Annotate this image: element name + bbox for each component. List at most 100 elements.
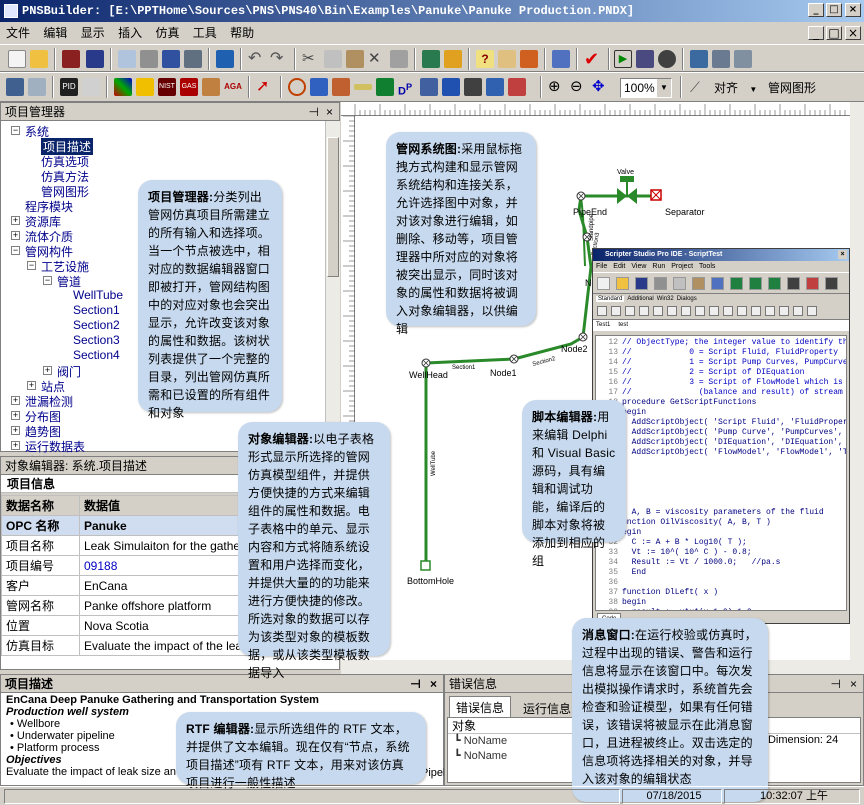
delete-icon[interactable]: ✕ <box>368 50 386 68</box>
doc-close-button[interactable]: × <box>845 26 861 40</box>
palette-component-icon[interactable] <box>751 306 761 316</box>
node-tool-icon[interactable] <box>288 78 306 96</box>
tree-expand-icon[interactable]: + <box>43 366 52 375</box>
leak-tool-icon[interactable] <box>508 78 526 96</box>
palette-icon[interactable] <box>114 78 132 96</box>
separator-tool-icon[interactable] <box>420 78 438 96</box>
align-dropdown[interactable]: 对齐 ▼ <box>714 78 760 98</box>
run-icon[interactable]: ▶ <box>614 50 632 68</box>
close-icon[interactable]: × <box>326 103 333 121</box>
tree-expand-icon[interactable]: + <box>27 381 36 390</box>
document-icon[interactable] <box>28 78 46 96</box>
validate-icon[interactable]: ✔ <box>584 50 602 68</box>
print-icon[interactable] <box>140 50 158 68</box>
script-menu-item[interactable]: Tools <box>699 263 715 270</box>
palette-component-icon[interactable] <box>793 306 803 316</box>
tab-errors[interactable]: 错误信息 <box>449 696 512 718</box>
pump-tool-icon[interactable] <box>376 78 394 96</box>
tree-expand-icon[interactable]: − <box>11 126 20 135</box>
palette-component-icon[interactable] <box>667 306 677 316</box>
pan-icon[interactable]: ✥ <box>592 78 610 96</box>
palette-tab[interactable]: Standard <box>596 296 625 302</box>
script-doc-tab[interactable]: Test1 <box>596 322 610 328</box>
zoom-out-icon[interactable]: ⊖ <box>570 78 588 96</box>
script-tool-icon[interactable] <box>635 277 648 290</box>
doc-restore-button[interactable]: □ <box>826 26 842 40</box>
script-menu-item[interactable]: File <box>596 263 607 270</box>
script-icon[interactable] <box>552 50 570 68</box>
step-icon[interactable] <box>636 50 654 68</box>
chart-tool-icon[interactable] <box>82 78 100 96</box>
nist-icon[interactable]: NIST <box>158 78 176 96</box>
opc-icon[interactable] <box>6 78 24 96</box>
script-code-editor[interactable]: 1213141516171819202122232425262728293031… <box>595 335 847 611</box>
palette-tab[interactable]: Win32 <box>657 296 674 302</box>
menu-file[interactable]: 文件 <box>6 26 30 40</box>
close-button[interactable]: × <box>845 3 861 17</box>
section1-line[interactable] <box>425 357 515 365</box>
script-tool-icon[interactable] <box>597 277 610 290</box>
cut-icon[interactable]: ✂ <box>302 50 320 68</box>
palette-component-icon[interactable] <box>597 306 607 316</box>
script-tool-icon[interactable] <box>768 277 781 290</box>
check-model-icon[interactable] <box>422 50 440 68</box>
palette-component-icon[interactable] <box>611 306 621 316</box>
tree-expand-icon[interactable]: − <box>27 261 36 270</box>
save-icon[interactable] <box>86 50 104 68</box>
properties-icon[interactable] <box>216 50 234 68</box>
layout-icon[interactable] <box>734 50 752 68</box>
close-icon[interactable]: × <box>850 675 857 693</box>
stop-icon[interactable] <box>658 50 676 68</box>
zoom-in-icon[interactable]: ⊕ <box>548 78 566 96</box>
menu-insert[interactable]: 插入 <box>118 26 142 40</box>
gas-icon[interactable]: GAS <box>180 78 198 96</box>
script-menu-item[interactable]: Project <box>671 263 693 270</box>
valve-icon[interactable] <box>617 188 627 204</box>
aga-icon[interactable]: AGA <box>224 78 242 96</box>
table-icon[interactable] <box>690 50 708 68</box>
script-doc-tab[interactable]: test <box>618 322 628 328</box>
palette-component-icon[interactable] <box>709 306 719 316</box>
menu-view[interactable]: 显示 <box>81 26 105 40</box>
menu-tools[interactable]: 工具 <box>193 26 217 40</box>
tree-expand-icon[interactable]: + <box>11 231 20 240</box>
grid-header-name[interactable]: 数据名称 <box>1 495 80 516</box>
palette-component-icon[interactable] <box>625 306 635 316</box>
script-tool-icon[interactable] <box>654 277 667 290</box>
help-icon[interactable]: ? <box>476 50 494 68</box>
palette-component-icon[interactable] <box>737 306 747 316</box>
open-icon[interactable] <box>30 50 48 68</box>
script-tool-icon[interactable] <box>749 277 762 290</box>
scrollbar-thumb[interactable] <box>327 137 339 277</box>
paste-icon[interactable] <box>346 50 364 68</box>
copy-icon[interactable] <box>324 50 342 68</box>
menu-simulate[interactable]: 仿真 <box>155 26 179 40</box>
menu-edit[interactable]: 编辑 <box>43 26 67 40</box>
pin-icon[interactable]: ⊣ <box>410 675 421 693</box>
palette-component-icon[interactable] <box>639 306 649 316</box>
palette-tab[interactable]: Additional <box>627 296 653 302</box>
script-tool-icon[interactable] <box>825 277 838 290</box>
palette-component-icon[interactable] <box>765 306 775 316</box>
script-tool-icon[interactable] <box>711 277 724 290</box>
heater-tool-icon[interactable] <box>464 78 482 96</box>
new-icon[interactable] <box>8 50 26 68</box>
home-icon[interactable] <box>520 50 538 68</box>
fluid-icon[interactable] <box>136 78 154 96</box>
palette-component-icon[interactable] <box>807 306 817 316</box>
script-tool-icon[interactable] <box>692 277 705 290</box>
report-icon[interactable] <box>184 50 202 68</box>
pressure-tool-icon[interactable]: DP <box>398 78 416 98</box>
view-dropdown[interactable]: 管网图形 <box>764 78 848 98</box>
connect-tool-icon[interactable] <box>486 78 504 96</box>
pid-icon[interactable] <box>62 50 80 68</box>
project-tree-scrollbar[interactable] <box>325 121 340 451</box>
doc-minimize-button[interactable]: _ <box>808 26 824 40</box>
zoom-select[interactable]: 100% ▼ <box>620 78 672 98</box>
bottomhole-marker[interactable] <box>420 560 431 571</box>
minimize-button[interactable]: _ <box>808 3 824 17</box>
script-menu-item[interactable]: Edit <box>613 263 625 270</box>
print-preview-icon[interactable] <box>118 50 136 68</box>
tree-expand-icon[interactable]: − <box>43 276 52 285</box>
tree-expand-icon[interactable]: + <box>11 396 20 405</box>
